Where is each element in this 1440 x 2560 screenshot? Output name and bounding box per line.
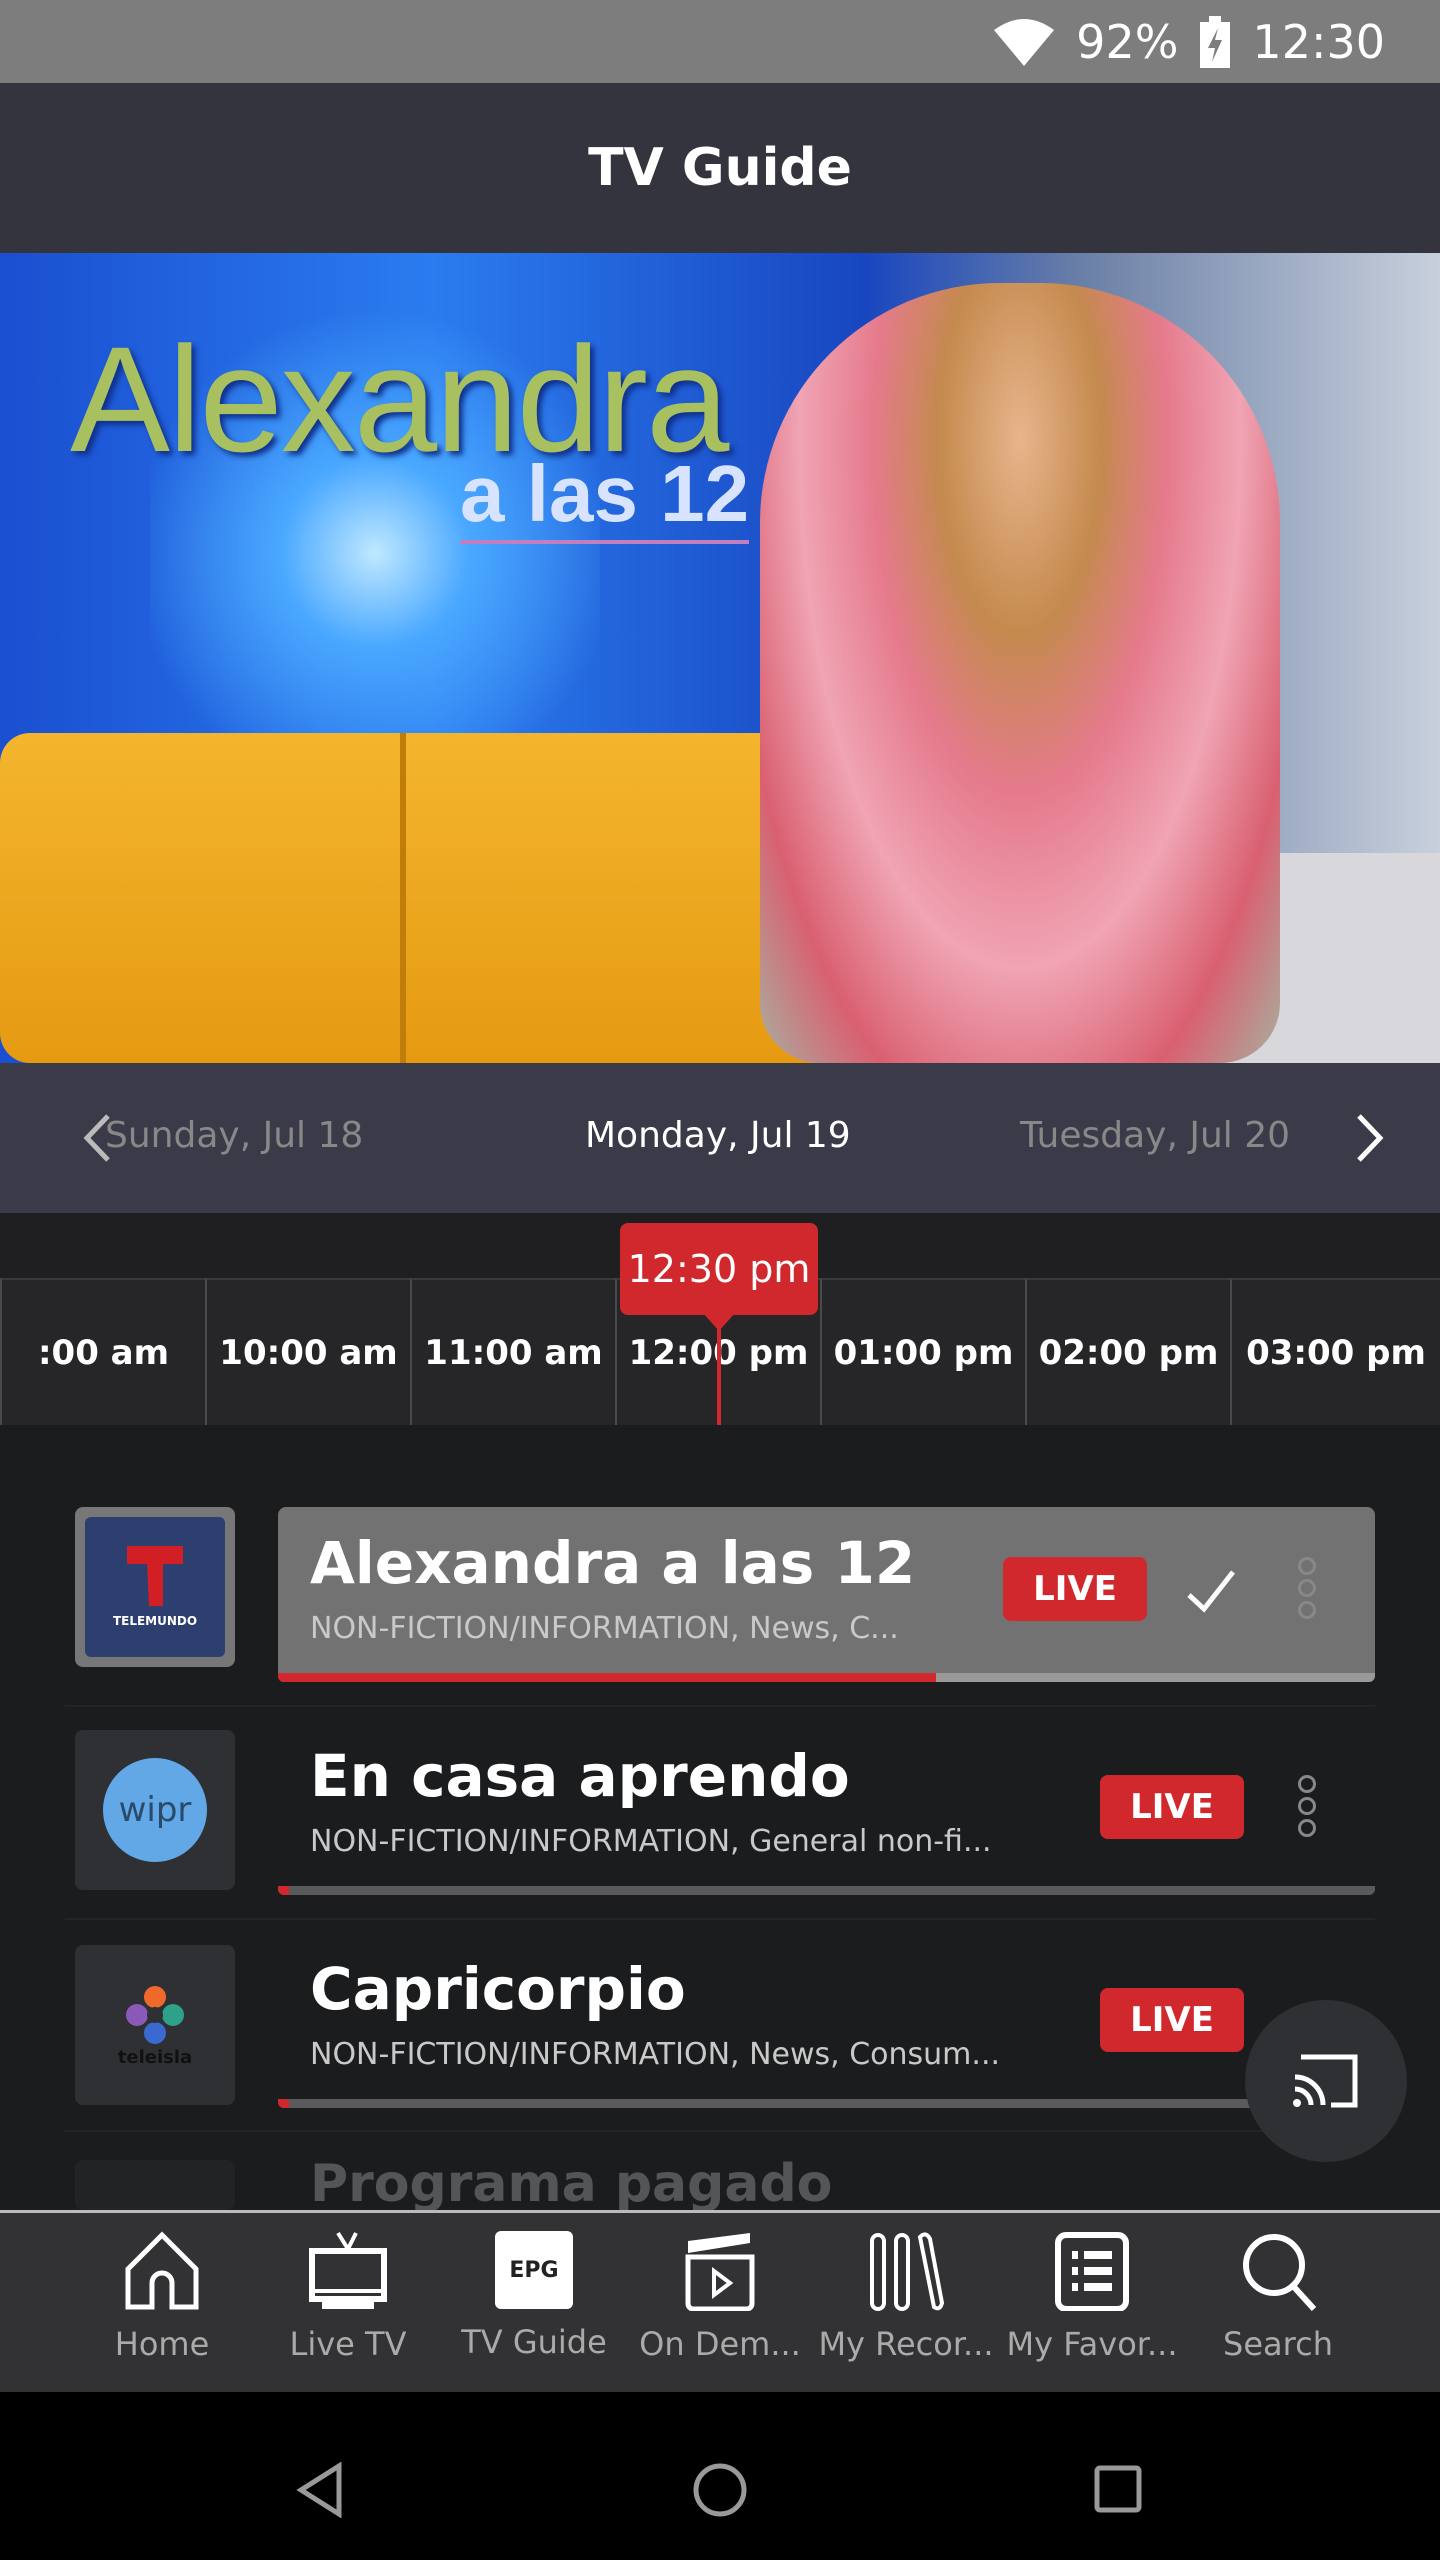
time-slot[interactable]: 11:00 am <box>410 1278 615 1425</box>
next-date[interactable]: Tuesday, Jul 20 <box>1020 1115 1290 1156</box>
progress-bar <box>278 2099 1375 2108</box>
channel-logo[interactable] <box>75 2160 235 2210</box>
live-badge: LIVE <box>1100 1775 1244 1839</box>
page-title: TV Guide <box>588 138 852 198</box>
progress-bar <box>278 1886 1375 1895</box>
nav-label: My Recor... <box>818 2325 994 2363</box>
time-slot[interactable]: 10:00 am <box>205 1278 410 1425</box>
nav-label: Home <box>114 2325 210 2363</box>
recordings-icon <box>870 2232 945 2311</box>
program-card-selected[interactable]: Alexandra a las 12 NON-FICTION/INFORMATI… <box>278 1507 1375 1682</box>
show-logo-sub: a las 12 <box>460 448 750 544</box>
program-card[interactable]: Capricorpio NON-FICTION/INFORMATION, New… <box>278 1933 1375 2108</box>
nav-label: On Dem... <box>639 2325 801 2363</box>
program-title: Alexandra a las 12 <box>310 1529 916 1597</box>
current-date: Monday, Jul 19 <box>585 1115 851 1156</box>
hero-host <box>760 283 1280 1063</box>
program-title: Capricorpio <box>310 1955 686 2023</box>
nav-label: Live TV <box>289 2325 407 2363</box>
telemundo-logo-icon <box>127 1546 183 1606</box>
channel-name: wipr <box>103 1758 207 1862</box>
home-circle-icon[interactable] <box>692 2462 748 2518</box>
recents-icon[interactable] <box>1093 2464 1143 2514</box>
more-options-icon[interactable] <box>1298 1775 1318 1841</box>
battery-level: 92% <box>1076 14 1179 69</box>
channel-name: TELEMUNDO <box>112 1614 198 1628</box>
program-title: Programa pagado <box>310 2154 833 2214</box>
live-badge: LIVE <box>1003 1557 1147 1621</box>
system-navigation-bar <box>0 2392 1440 2560</box>
live-badge: LIVE <box>1100 1988 1244 2052</box>
program-subtitle: NON-FICTION/INFORMATION, General non-fi.… <box>310 1824 992 1859</box>
app-header: TV Guide <box>0 83 1440 253</box>
teleisla-logo-icon <box>126 1985 184 2044</box>
back-icon[interactable] <box>295 2462 345 2518</box>
wifi-icon <box>994 18 1055 66</box>
progress-bar <box>278 1673 1375 1682</box>
program-title: En casa aprendo <box>310 1742 850 1810</box>
prev-date[interactable]: Sunday, Jul 18 <box>105 1115 363 1156</box>
program-card[interactable]: En casa aprendo NON-FICTION/INFORMATION,… <box>278 1720 1375 1895</box>
channel-logo-wipr[interactable]: wipr <box>75 1730 235 1890</box>
nav-recordings[interactable]: My Recor... <box>813 2213 999 2392</box>
program-card[interactable]: Programa pagado <box>278 2150 1375 2214</box>
more-options-icon[interactable] <box>1298 1557 1318 1623</box>
search-icon <box>1243 2234 1317 2311</box>
chevron-right-icon[interactable] <box>1355 1113 1385 1163</box>
nav-on-demand[interactable]: On Dem... <box>627 2213 813 2392</box>
favorites-list-icon <box>1055 2232 1129 2311</box>
time-slot[interactable]: 03:00 pm <box>1230 1278 1440 1425</box>
nav-favorites[interactable]: My Favor... <box>999 2213 1185 2392</box>
battery-charging-icon <box>1200 15 1231 68</box>
status-bar: 92% 12:30 <box>0 0 1440 83</box>
date-navigator: Sunday, Jul 18 Monday, Jul 19 Tuesday, J… <box>0 1063 1440 1213</box>
channel-logo-telemundo[interactable]: TELEMUNDO <box>75 1507 235 1667</box>
program-subtitle: NON-FICTION/INFORMATION, News, Consum... <box>310 2037 1001 2072</box>
home-icon <box>125 2231 199 2310</box>
cast-button[interactable] <box>1245 2000 1407 2162</box>
time-slot[interactable]: :00 am <box>0 1278 205 1425</box>
channel-name: teleisla <box>117 2046 193 2068</box>
bottom-navigation: Home Live TV EPG TV Guide On Dem... My R… <box>0 2210 1440 2392</box>
channel-logo-teleisla[interactable]: teleisla <box>75 1945 235 2105</box>
progress-fill <box>278 2099 289 2108</box>
check-icon[interactable] <box>1186 1569 1236 1613</box>
progress-fill <box>278 1673 937 1682</box>
nav-label: Search <box>1223 2325 1333 2363</box>
divider <box>65 2130 1375 2132</box>
hero-image[interactable]: Alexandra a las 12 <box>0 253 1440 1063</box>
nav-home[interactable]: Home <box>69 2213 255 2392</box>
epg-icon-text: EPG <box>509 2257 559 2283</box>
now-tooltip: 12:30 pm <box>620 1223 818 1315</box>
epg-icon: EPG <box>495 2231 573 2309</box>
nav-label: TV Guide <box>461 2323 607 2361</box>
now-indicator <box>717 1310 721 1425</box>
nav-label: My Favor... <box>1006 2325 1178 2363</box>
divider <box>65 1705 1375 1707</box>
cast-icon <box>1293 2054 1358 2108</box>
nav-search[interactable]: Search <box>1185 2213 1371 2392</box>
divider <box>65 1918 1375 1920</box>
time-slot[interactable]: 01:00 pm <box>820 1278 1025 1425</box>
nav-tv-guide[interactable]: EPG TV Guide <box>441 2213 627 2392</box>
time-slot[interactable]: 02:00 pm <box>1025 1278 1230 1425</box>
clock: 12:30 <box>1252 14 1385 69</box>
on-demand-icon <box>685 2233 755 2311</box>
progress-fill <box>278 1886 289 1895</box>
tv-icon <box>309 2231 387 2309</box>
couch-seam <box>400 733 406 1063</box>
program-subtitle: NON-FICTION/INFORMATION, News, C... <box>310 1611 899 1646</box>
nav-live-tv[interactable]: Live TV <box>255 2213 441 2392</box>
